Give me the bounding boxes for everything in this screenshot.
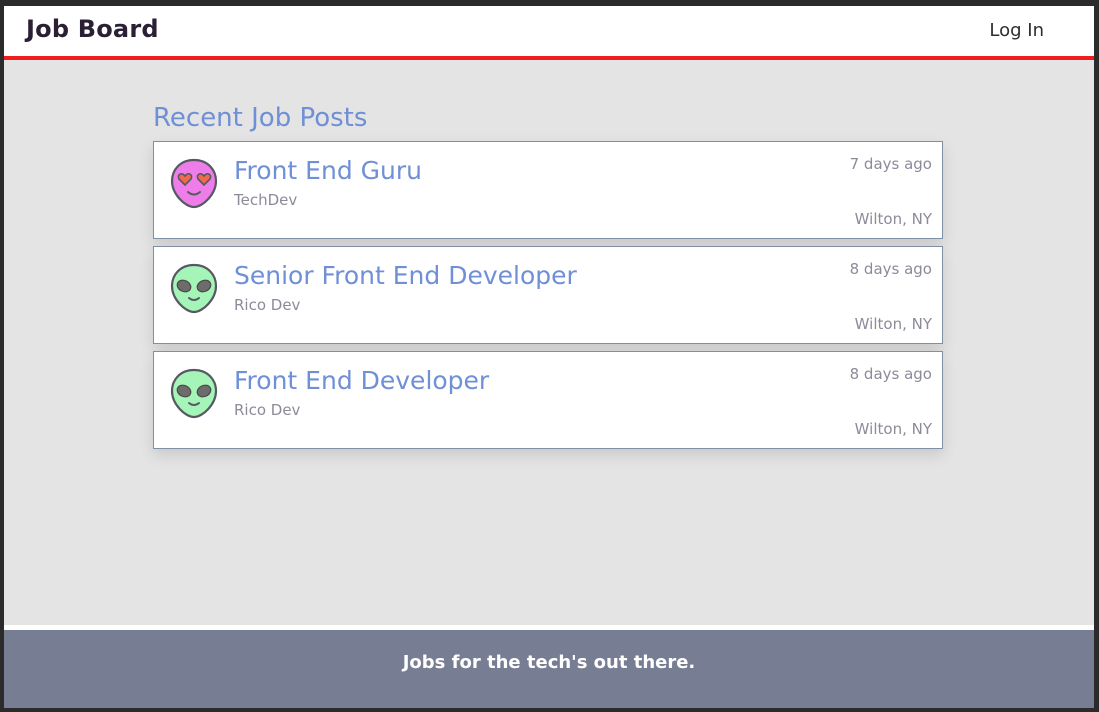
company-name: Rico Dev — [234, 296, 301, 314]
company-name: TechDev — [234, 191, 298, 209]
job-card[interactable]: Front End Developer Rico Dev 8 days ago … — [153, 351, 943, 449]
footer: Jobs for the tech's out there. — [4, 630, 1094, 708]
job-title[interactable]: Front End Guru — [234, 156, 422, 185]
posted-date: 8 days ago — [849, 260, 932, 278]
job-title[interactable]: Senior Front End Developer — [234, 261, 577, 290]
posted-date: 8 days ago — [849, 365, 932, 383]
alien-icon — [170, 263, 218, 314]
job-title[interactable]: Front End Developer — [234, 366, 489, 395]
login-link[interactable]: Log In — [989, 20, 1044, 41]
job-location: Wilton, NY — [854, 315, 932, 333]
footer-tagline: Jobs for the tech's out there. — [402, 652, 696, 673]
page-title: Recent Job Posts — [153, 103, 368, 133]
brand-logo[interactable]: Job Board — [26, 15, 159, 43]
job-card[interactable]: Front End Guru TechDev 7 days ago Wilton… — [153, 141, 943, 239]
job-location: Wilton, NY — [854, 420, 932, 438]
alien-heart-eyes-icon — [170, 158, 218, 209]
alien-icon — [170, 368, 218, 419]
job-card[interactable]: Senior Front End Developer Rico Dev 8 da… — [153, 246, 943, 344]
navbar: Job Board Log In — [4, 6, 1094, 60]
job-location: Wilton, NY — [854, 210, 932, 228]
posted-date: 7 days ago — [849, 155, 932, 173]
company-name: Rico Dev — [234, 401, 301, 419]
app-window: Job Board Log In Recent Job Posts Front … — [4, 6, 1094, 708]
